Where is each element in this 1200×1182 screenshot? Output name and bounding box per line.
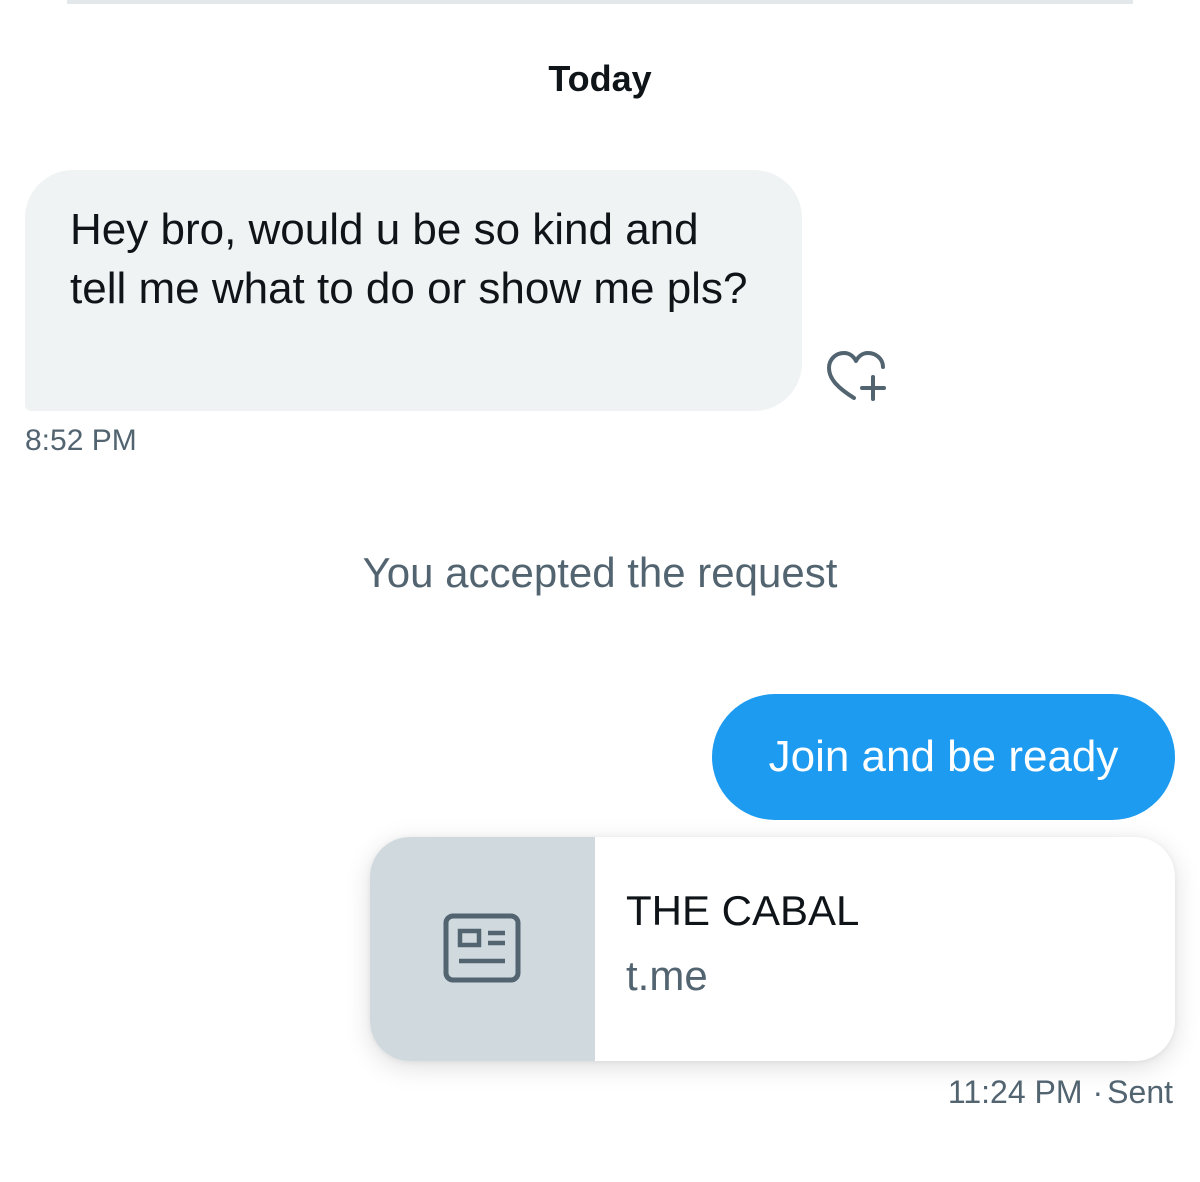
top-divider	[67, 0, 1133, 4]
link-card-title: THE CABAL	[626, 887, 860, 934]
system-note: You accepted the request	[362, 549, 838, 596]
meta-separator: ·	[1092, 1074, 1104, 1110]
heart-plus-icon[interactable]	[824, 350, 890, 406]
sent-message-time: 11:24 PM	[947, 1074, 1083, 1110]
date-header: Today	[548, 58, 652, 99]
received-message-text: Hey bro, would u be so kind and tell me …	[70, 205, 748, 313]
sent-message-meta: 11:24 PM · Sent	[948, 1072, 1173, 1112]
heart-plus-icon-svg	[827, 351, 886, 401]
article-icon	[443, 913, 521, 983]
link-card-thumbnail	[370, 837, 595, 1061]
received-message-bubble[interactable]: Hey bro, would u be so kind and tell me …	[25, 170, 802, 411]
link-card-domain: t.me	[626, 952, 708, 999]
sent-status: Sent	[1107, 1074, 1173, 1110]
received-message-time: 8:52 PM	[25, 424, 137, 457]
sent-message-bubble[interactable]: Join and be ready	[712, 694, 1175, 820]
link-preview-card[interactable]: THE CABAL t.me	[370, 837, 1175, 1061]
sent-message-text: Join and be ready	[768, 732, 1119, 781]
